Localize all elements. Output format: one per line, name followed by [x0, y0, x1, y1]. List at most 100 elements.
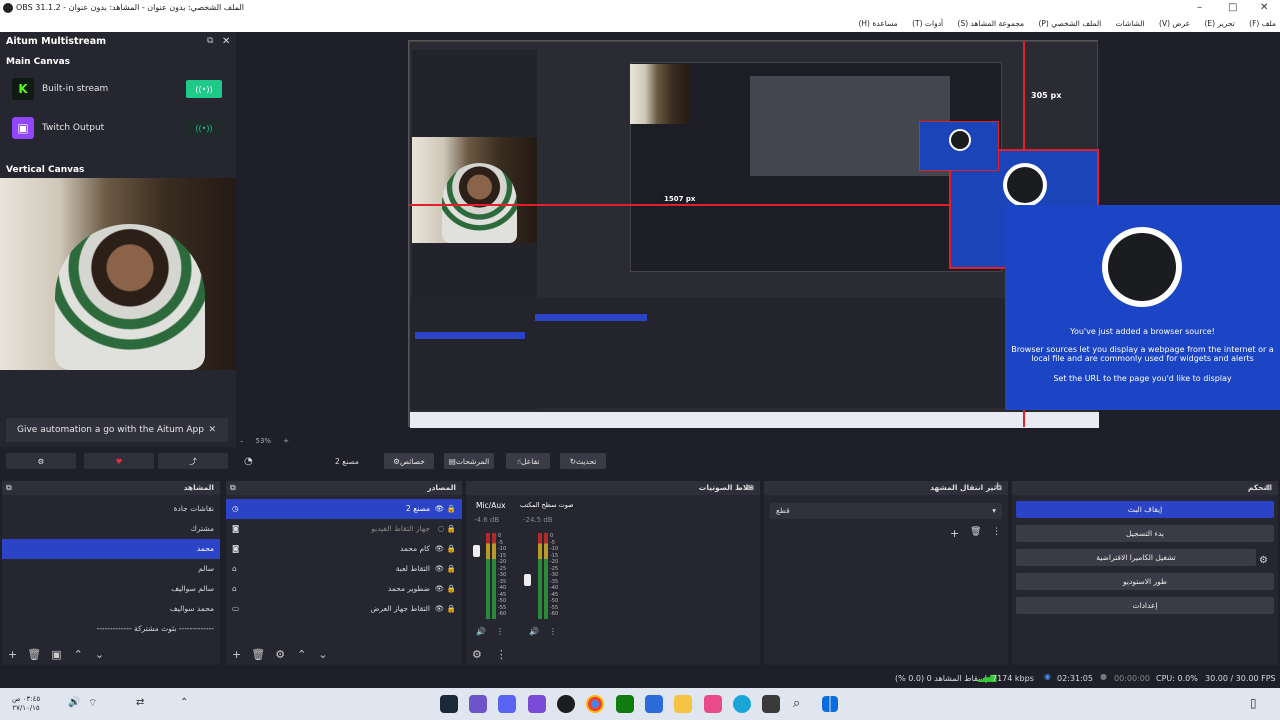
- lock-eye-icons[interactable]: 🔒 👁: [435, 579, 456, 599]
- source-item[interactable]: ضطوير محمد ⌂ 🔒 👁: [226, 579, 462, 599]
- chrome-icon[interactable]: [586, 695, 604, 713]
- dock-share-button[interactable]: ⤴: [158, 453, 228, 469]
- scene-item[interactable]: سالم: [2, 559, 220, 579]
- steam-icon[interactable]: [440, 695, 458, 713]
- scene-item-selected[interactable]: محمد: [2, 539, 220, 559]
- language-icon[interactable]: ⇄: [136, 697, 144, 708]
- output-toggle-builtin[interactable]: ((•)): [186, 80, 222, 98]
- start-recording-button[interactable]: بدء التسجيل: [1016, 525, 1274, 542]
- properties-button[interactable]: ⚙ خصائص: [384, 453, 434, 469]
- source-item[interactable]: جهاز التقاط الفيديو ◙ 🔒 ◌: [226, 519, 462, 539]
- source-item[interactable]: التقاط جهاز العرض ▭ 🔒 👁: [226, 599, 462, 619]
- lock-eye-icons[interactable]: 🔒 ◌: [438, 519, 456, 539]
- promo-close-icon[interactable]: ✕: [208, 425, 216, 435]
- dock-float-icon[interactable]: ⧉: [748, 481, 754, 495]
- discord-icon[interactable]: [498, 695, 516, 713]
- stop-streaming-button[interactable]: إيقاف البث: [1016, 501, 1274, 518]
- source-item-selected[interactable]: مصنع 2 ◷ 🔒 👁: [226, 499, 462, 519]
- kebab-menu-icon[interactable]: ⋮: [496, 648, 507, 661]
- interact-button[interactable]: ☝ تفاعل: [506, 453, 550, 469]
- lock-eye-icons[interactable]: 🔒 👁: [435, 559, 456, 579]
- program-preview[interactable]: 305 px 1507 px: [408, 40, 1099, 428]
- scene-item[interactable]: سالم سواليف: [2, 579, 220, 599]
- menu-docks[interactable]: الشاشات: [1116, 16, 1145, 32]
- dock-float-icon[interactable]: ⧉: [1266, 481, 1272, 495]
- dock-settings-button[interactable]: ⚙: [6, 453, 76, 469]
- control-label: إعدادات: [1132, 601, 1158, 610]
- volume-fader-desktop[interactable]: [524, 574, 531, 586]
- start-virtual-camera-button[interactable]: تشغيل الكاميرا الافتراضية: [1016, 549, 1256, 566]
- minimize-icon[interactable]: –: [1197, 2, 1202, 13]
- wifi-icon[interactable]: ⌔: [88, 697, 97, 710]
- add-icon[interactable]: +: [232, 648, 241, 661]
- menu-tools[interactable]: أدوات (T): [912, 16, 943, 32]
- notification-icon[interactable]: ▯: [1250, 696, 1257, 710]
- close-icon[interactable]: ✕: [1260, 2, 1268, 13]
- zoom-out-icon[interactable]: –: [240, 437, 244, 445]
- zoom-in-icon[interactable]: +: [283, 437, 289, 445]
- move-up-icon[interactable]: ⌃: [297, 648, 306, 661]
- edge-icon[interactable]: [733, 695, 751, 713]
- xbox-icon[interactable]: [616, 695, 634, 713]
- store-icon[interactable]: [645, 695, 663, 713]
- menu-edit[interactable]: تحرير (E): [1204, 16, 1234, 32]
- lock-eye-icons[interactable]: 🔒 👁: [435, 599, 456, 619]
- obs-taskbar-icon[interactable]: [557, 695, 575, 713]
- kebab-menu-icon[interactable]: ⋮: [549, 627, 557, 636]
- settings-button[interactable]: إعدادات: [1016, 597, 1274, 614]
- app-icon[interactable]: [704, 695, 722, 713]
- scene-item[interactable]: نقاشات جادة: [2, 499, 220, 519]
- virtual-camera-settings-icon[interactable]: ⚙: [1259, 555, 1268, 566]
- promo-banner[interactable]: Give automation a go with the Aitum App …: [6, 418, 228, 442]
- kebab-menu-icon[interactable]: ⋮: [496, 627, 504, 636]
- gear-icon[interactable]: ⚙: [275, 648, 285, 661]
- menu-scene-collection[interactable]: مجموعة المشاهد (S): [958, 16, 1025, 32]
- dock-heart-button[interactable]: ♥: [84, 453, 154, 469]
- scene-item[interactable]: ------------- بثوث مشتركة -------------: [2, 619, 220, 639]
- terminal-icon[interactable]: [762, 695, 780, 713]
- app-icon[interactable]: [528, 695, 546, 713]
- trash-icon[interactable]: 🗑: [970, 527, 981, 537]
- dock-float-icon[interactable]: ⧉: [230, 481, 236, 495]
- move-up-icon[interactable]: ⌃: [74, 648, 83, 661]
- source-item[interactable]: كام محمد ◙ 🔒 👁: [226, 539, 462, 559]
- menu-view[interactable]: عرض (V): [1159, 16, 1190, 32]
- app-icon[interactable]: [469, 695, 487, 713]
- lock-eye-icons[interactable]: 🔒 👁: [435, 539, 456, 559]
- float-dock-icon[interactable]: ⧉: [207, 36, 213, 46]
- tray-chevron-icon[interactable]: ⌃: [180, 697, 188, 708]
- menu-profile[interactable]: الملف الشخصي (P): [1038, 16, 1101, 32]
- advanced-audio-icon[interactable]: ⚙: [472, 648, 482, 661]
- volume-fader-mic[interactable]: [473, 545, 480, 557]
- output-toggle-twitch[interactable]: ((•)): [186, 119, 222, 137]
- scene-item[interactable]: محمد سواليف: [2, 599, 220, 619]
- move-down-icon[interactable]: ⌄: [95, 648, 104, 661]
- windows-start-icon[interactable]: [822, 696, 838, 712]
- kebab-menu-icon[interactable]: ⋮: [992, 527, 1001, 537]
- speaker-icon[interactable]: 🔊: [529, 627, 539, 636]
- menu-file[interactable]: ملف (F): [1249, 16, 1276, 32]
- dock-float-icon[interactable]: ⧉: [6, 481, 12, 495]
- source-item[interactable]: التقاط لعبة ⌂ 🔒 👁: [226, 559, 462, 579]
- trash-icon[interactable]: 🗑: [27, 648, 41, 661]
- add-icon[interactable]: +: [950, 527, 959, 540]
- scenes-header: المشاهد ⧉: [2, 481, 220, 495]
- menu-help[interactable]: مساعدة (H): [858, 16, 897, 32]
- dock-float-icon[interactable]: ⧉: [996, 481, 1002, 495]
- filter-icon[interactable]: ▣: [51, 648, 61, 661]
- transition-select[interactable]: قطع ▾: [770, 503, 1002, 519]
- speaker-tray-icon[interactable]: 🔊: [68, 697, 80, 708]
- lock-eye-icons[interactable]: 🔒 👁: [435, 499, 456, 519]
- move-down-icon[interactable]: ⌄: [318, 648, 327, 661]
- add-icon[interactable]: +: [8, 648, 17, 661]
- folder-icon[interactable]: [674, 695, 692, 713]
- refresh-button[interactable]: ↻ تحديث: [560, 453, 606, 469]
- filters-button[interactable]: ▤ المرشحات: [444, 453, 494, 469]
- studio-mode-button[interactable]: طور الاستوديو: [1016, 573, 1274, 590]
- maximize-icon[interactable]: □: [1228, 2, 1237, 13]
- close-dock-icon[interactable]: ✕: [222, 36, 230, 47]
- trash-icon[interactable]: 🗑: [251, 648, 265, 661]
- scene-item[interactable]: مشترك: [2, 519, 220, 539]
- search-icon[interactable]: ⌕: [793, 696, 800, 711]
- speaker-icon[interactable]: 🔊: [476, 627, 486, 636]
